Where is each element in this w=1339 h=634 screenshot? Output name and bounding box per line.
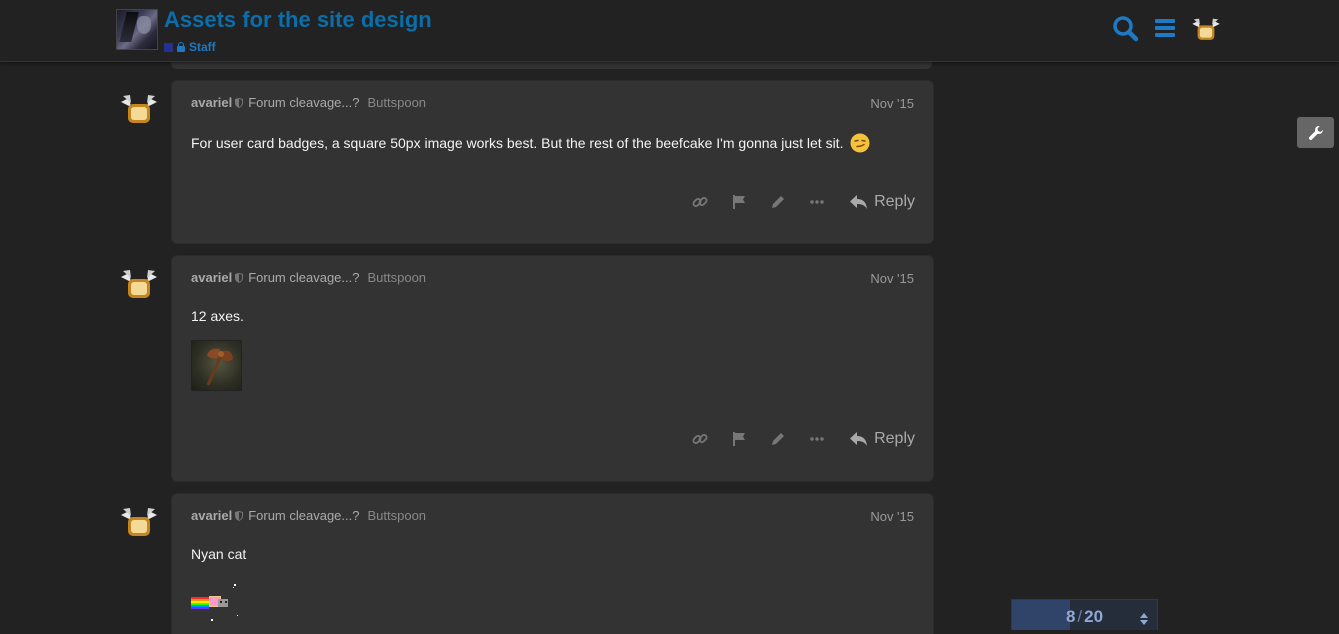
more-actions-button[interactable] — [797, 188, 836, 216]
flag-button[interactable] — [719, 188, 758, 216]
share-link-button[interactable] — [680, 188, 719, 216]
link-icon — [692, 434, 708, 444]
flying-toast-avatar-icon — [121, 270, 157, 298]
username[interactable]: avariel — [191, 95, 232, 110]
post-text: For user card badges, a square 50px imag… — [191, 133, 870, 153]
flying-toast-avatar-icon — [1192, 18, 1220, 40]
timeline-current: 8 — [1065, 607, 1076, 626]
edit-pencil-icon — [771, 196, 784, 208]
post-date[interactable]: Nov '15 — [870, 271, 914, 286]
more-ellipsis-icon — [809, 200, 824, 204]
flag-icon — [732, 432, 745, 446]
moderator-shield-icon — [235, 510, 244, 521]
edit-button[interactable] — [758, 188, 797, 216]
timeline-total: 20 — [1084, 607, 1104, 626]
user-title: Forum cleavage...? — [248, 95, 360, 110]
reply-button[interactable]: Reply — [844, 426, 915, 452]
share-link-button[interactable] — [680, 425, 719, 453]
category-name: Staff — [189, 40, 216, 54]
wrench-icon — [1308, 125, 1323, 140]
user-title: Forum cleavage...? — [248, 270, 360, 285]
post-meta: avariel Forum cleavage...? Buttspoon — [191, 508, 426, 523]
post-avatar[interactable] — [118, 505, 160, 541]
post: avariel Forum cleavage...? Buttspoon Nov… — [118, 80, 934, 244]
post-avatar[interactable] — [118, 92, 160, 128]
post-text: 12 axes. — [191, 308, 244, 324]
username[interactable]: avariel — [191, 270, 232, 285]
axe-icon — [206, 348, 233, 386]
reply-label: Reply — [874, 430, 915, 447]
timeline-position: 8/20 — [1012, 607, 1157, 627]
nyan-cat-icon — [191, 584, 238, 621]
timeline-separator: / — [1077, 607, 1083, 626]
post-text: Nyan cat — [191, 546, 247, 562]
post-meta: avariel Forum cleavage...? Buttspoon — [191, 95, 426, 110]
edit-pencil-icon — [771, 433, 784, 445]
link-icon — [692, 197, 708, 207]
smirk-emoji-icon — [850, 133, 870, 153]
post-avatar[interactable] — [118, 267, 160, 303]
hamburger-menu-icon — [1155, 19, 1175, 37]
flag-button[interactable] — [719, 425, 758, 453]
topic-title[interactable]: Assets for the site design — [164, 7, 432, 33]
post: avariel Forum cleavage...? Buttspoon Nov… — [118, 493, 934, 634]
lock-icon — [177, 42, 185, 52]
post-meta: avariel Forum cleavage...? Buttspoon — [191, 270, 426, 285]
post-actions: Reply — [680, 188, 915, 216]
user-title: Forum cleavage...? — [248, 508, 360, 523]
moderator-shield-icon — [235, 272, 244, 283]
flying-toast-avatar-icon — [121, 95, 157, 123]
site-header: Assets for the site design Staff — [0, 0, 1339, 62]
reply-arrow-icon — [850, 195, 868, 209]
nyan-cat-image[interactable] — [191, 584, 251, 624]
post-body: avariel Forum cleavage...? Buttspoon Nov… — [171, 493, 934, 634]
username[interactable]: avariel — [191, 508, 232, 523]
admin-wrench-button[interactable] — [1297, 117, 1334, 148]
user-flair: Buttspoon — [367, 95, 427, 110]
current-user-avatar[interactable] — [1190, 14, 1222, 46]
post-actions: Reply — [680, 425, 915, 453]
site-logo[interactable] — [116, 9, 158, 50]
edit-button[interactable] — [758, 425, 797, 453]
expand-updown-icon — [1140, 613, 1148, 625]
post-text-content: For user card badges, a square 50px imag… — [191, 135, 844, 151]
reply-button[interactable]: Reply — [844, 189, 915, 215]
axe-thumbnail-image[interactable] — [191, 340, 242, 391]
search-icon — [1113, 16, 1139, 42]
more-ellipsis-icon — [809, 437, 824, 441]
post-body: avariel Forum cleavage...? Buttspoon Nov… — [171, 80, 934, 244]
post: avariel Forum cleavage...? Buttspoon Nov… — [118, 255, 934, 482]
topic-progress-timeline[interactable]: 8/20 — [1011, 599, 1158, 630]
flying-toast-avatar-icon — [121, 508, 157, 536]
moderator-shield-icon — [235, 97, 244, 108]
category-badge[interactable]: Staff — [164, 40, 216, 54]
search-button[interactable] — [1111, 14, 1141, 44]
category-color-square — [164, 42, 173, 52]
reply-label: Reply — [874, 193, 915, 210]
user-flair: Buttspoon — [367, 270, 427, 285]
user-flair: Buttspoon — [367, 508, 427, 523]
post-date[interactable]: Nov '15 — [870, 509, 914, 524]
reply-arrow-icon — [850, 432, 868, 446]
post-date[interactable]: Nov '15 — [870, 96, 914, 111]
more-actions-button[interactable] — [797, 425, 836, 453]
hamburger-menu-button[interactable] — [1151, 14, 1181, 44]
post-body: avariel Forum cleavage...? Buttspoon Nov… — [171, 255, 934, 482]
flag-icon — [732, 195, 745, 209]
